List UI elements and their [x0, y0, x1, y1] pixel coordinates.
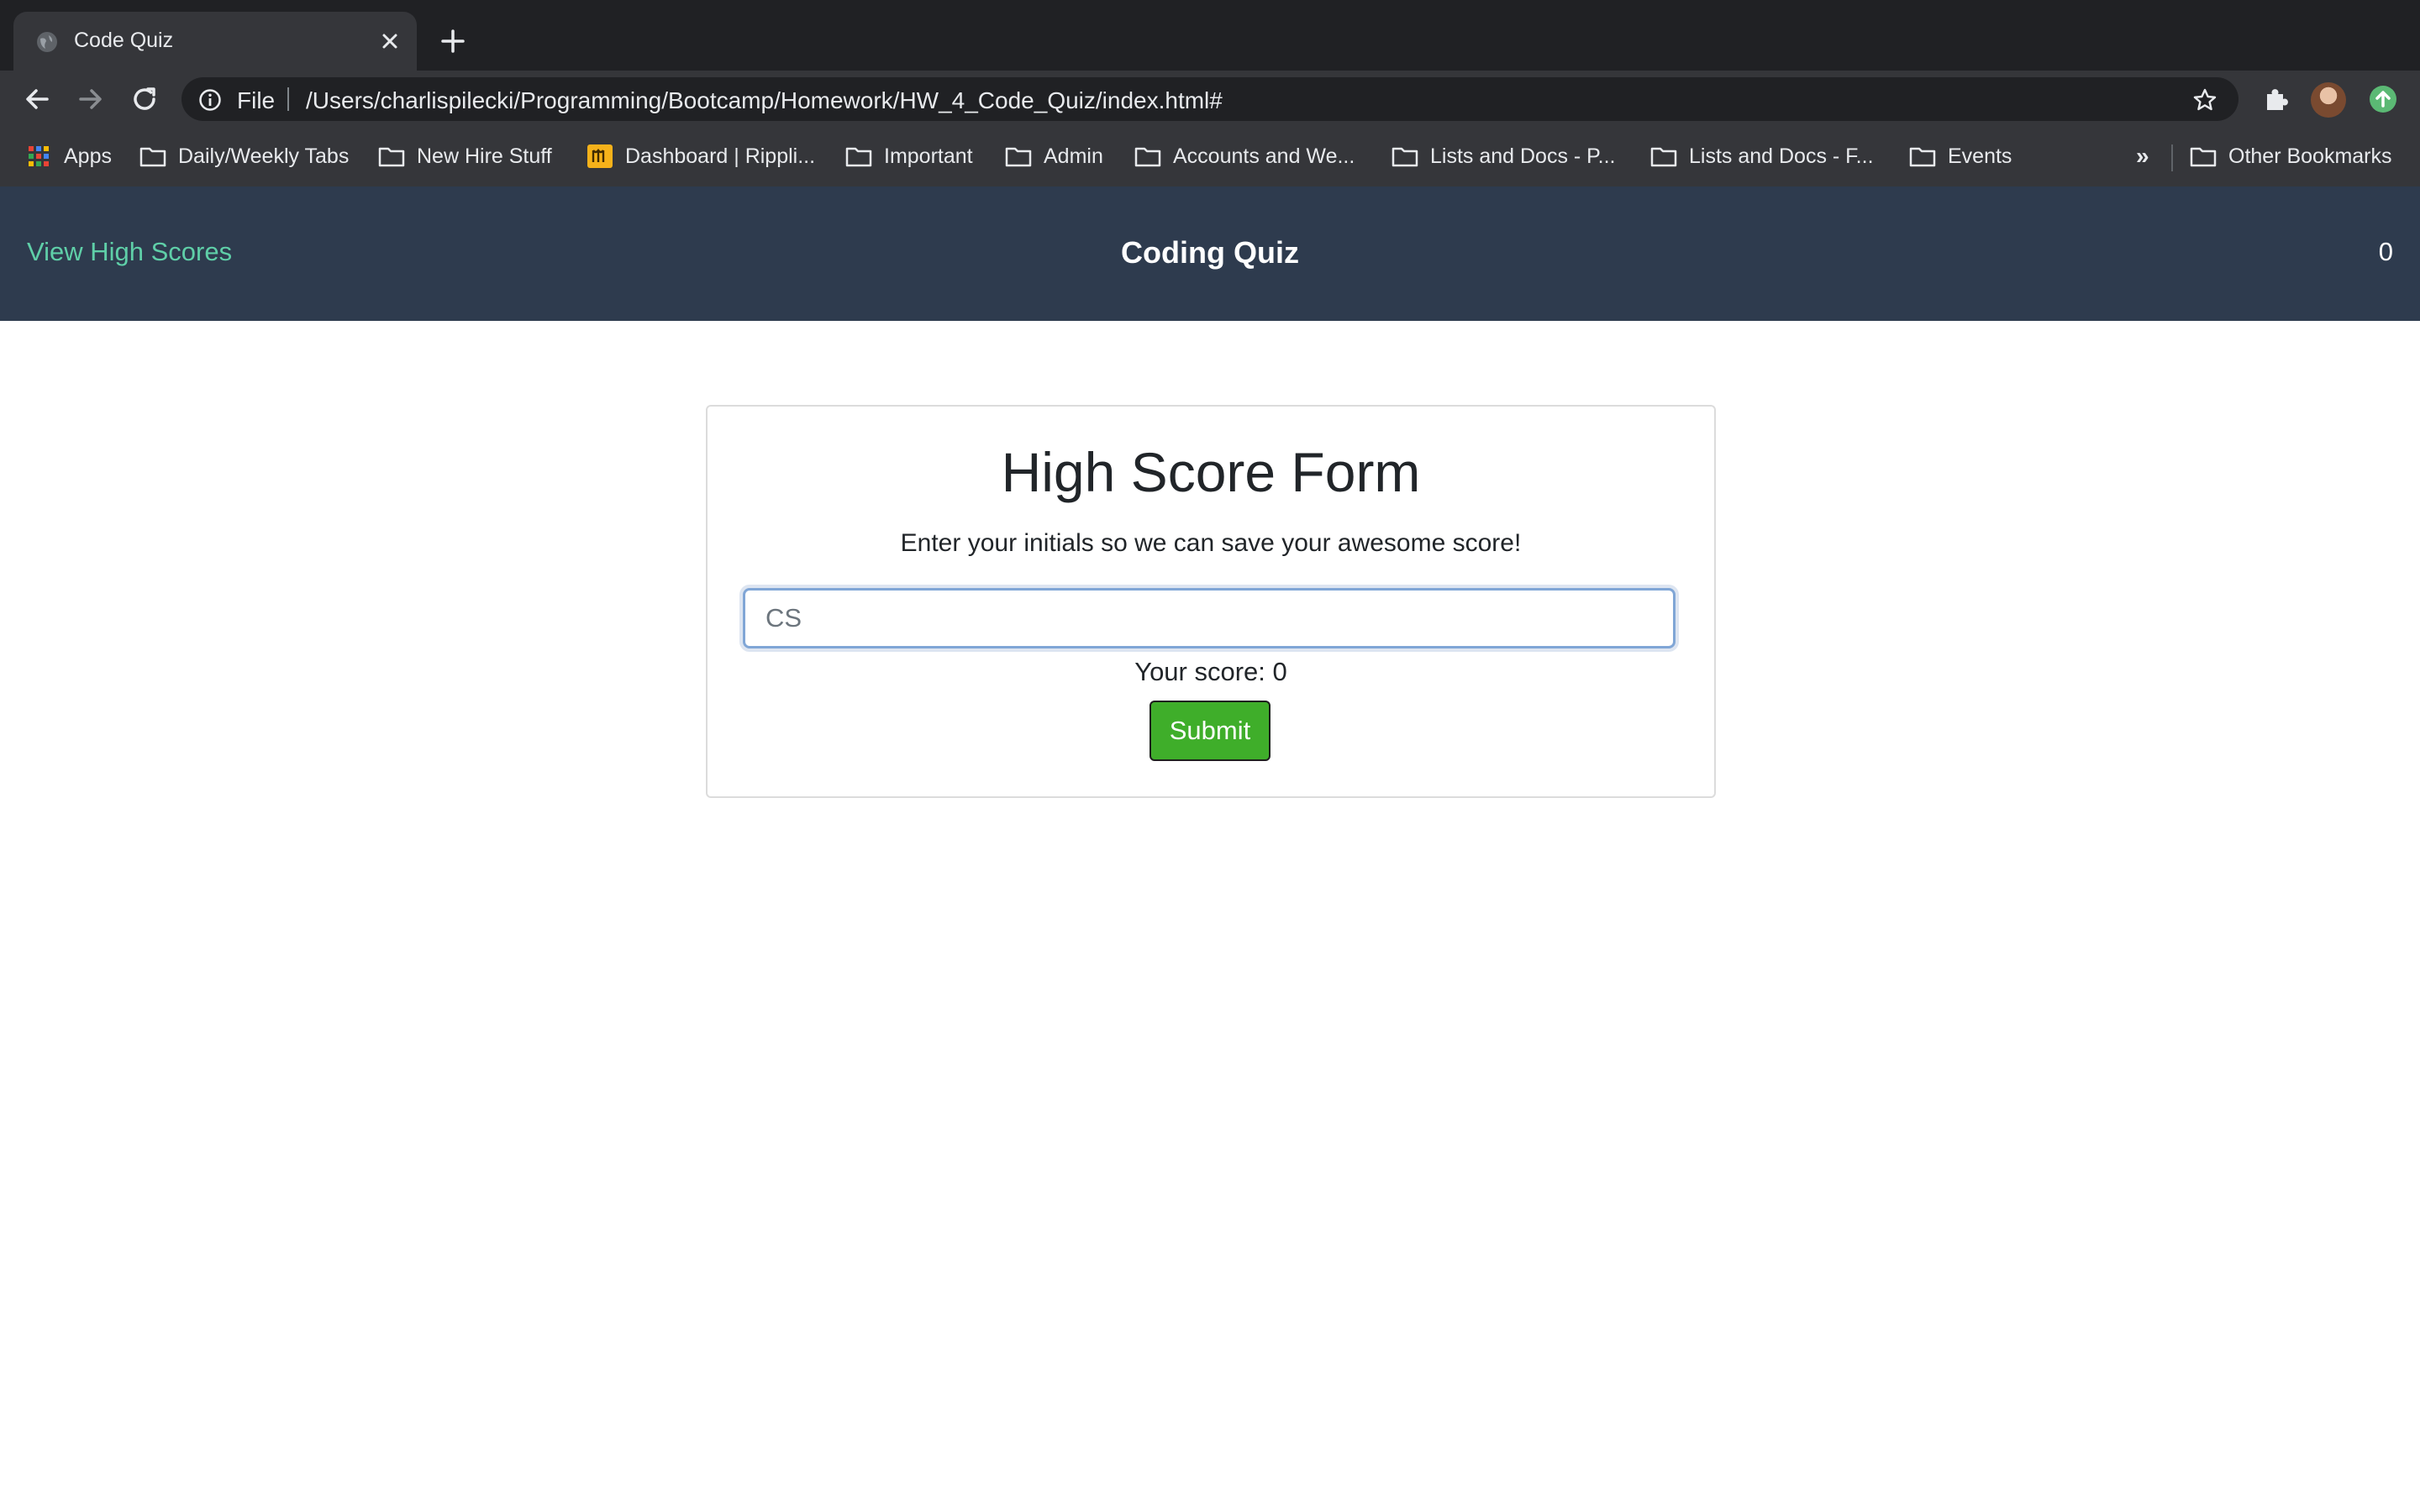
folder-icon [1392, 147, 1418, 167]
initials-input[interactable] [743, 588, 1676, 648]
bookmark-label: Events [1948, 144, 2012, 168]
page-title: Coding Quiz [1121, 235, 1299, 270]
close-icon[interactable] [376, 28, 403, 55]
timer-value: 0 [2378, 237, 2393, 266]
rippling-icon [587, 144, 613, 168]
apps-grid-icon [29, 146, 49, 166]
tab-title: Code Quiz [74, 29, 174, 52]
bookmark-folder-new-hire-stuff[interactable]: New Hire Stuff [378, 139, 552, 173]
bookmark-other-bookmarks[interactable]: Other Bookmarks [2190, 139, 2392, 173]
reload-icon[interactable] [128, 82, 161, 116]
form-title: High Score Form [1001, 441, 1421, 503]
bookmarks-bar: Apps Daily/Weekly Tabs New Hire Stuff Da… [0, 128, 2420, 186]
form-instructions: Enter your initials so we can save your … [900, 529, 1522, 557]
folder-icon [1909, 147, 1936, 167]
score-text: Your score: 0 [1134, 657, 1287, 686]
update-arrow-icon[interactable] [2368, 84, 2398, 114]
url-text[interactable]: /Users/charlispilecki/Programming/Bootca… [306, 87, 1223, 114]
folder-icon [1134, 147, 1161, 167]
bookmark-label: Accounts and We... [1173, 144, 1355, 168]
bookmark-folder-daily-weekly-tabs[interactable]: Daily/Weekly Tabs [139, 139, 349, 173]
bookmark-label: Apps [64, 144, 112, 168]
folder-icon [845, 147, 872, 167]
browser-toolbar: File /Users/charlispilecki/Programming/B… [0, 71, 2420, 128]
folder-icon [139, 147, 166, 167]
bookmark-star-icon[interactable] [2191, 87, 2218, 113]
browser-window: Code Quiz File /Users/charlispilecki/Pro… [0, 0, 2420, 1512]
scheme-label: File [237, 87, 276, 113]
bookmark-folder-lists-docs-f[interactable]: Lists and Docs - F... [1650, 139, 1874, 173]
extensions-puzzle-icon[interactable] [2260, 84, 2291, 114]
folder-icon [1005, 147, 1032, 167]
profile-avatar[interactable] [2311, 82, 2346, 118]
folder-icon [1650, 147, 1677, 167]
bookmarks-divider [2171, 144, 2173, 171]
globe-icon [37, 32, 57, 52]
address-bar[interactable]: File /Users/charlispilecki/Programming/B… [182, 77, 2238, 121]
bookmark-label: Lists and Docs - P... [1430, 144, 1616, 168]
folder-icon [378, 147, 405, 167]
page-header: View High Scores Coding Quiz 0 [0, 186, 2420, 321]
tab-strip: Code Quiz [0, 0, 2420, 71]
tab-code-quiz[interactable]: Code Quiz [13, 12, 417, 71]
address-separator [287, 87, 289, 111]
bookmark-label: Lists and Docs - F... [1689, 144, 1874, 168]
bookmark-folder-important[interactable]: Important [845, 139, 973, 173]
bookmark-label: Daily/Weekly Tabs [178, 144, 350, 168]
new-tab-plus-icon[interactable] [439, 27, 467, 55]
bookmark-folder-admin[interactable]: Admin [1005, 139, 1103, 173]
bookmark-folder-events[interactable]: Events [1909, 139, 2012, 173]
bookmark-folder-accounts[interactable]: Accounts and We... [1134, 139, 1355, 173]
bookmark-label: Other Bookmarks [2228, 144, 2392, 168]
forward-arrow-icon[interactable] [74, 82, 108, 116]
bookmark-apps[interactable]: Apps [25, 139, 112, 173]
submit-button[interactable]: Submit [1150, 701, 1270, 761]
bookmark-label: Important [884, 144, 973, 168]
bookmark-label: Dashboard | Rippli... [625, 144, 816, 168]
bookmark-label: New Hire Stuff [417, 144, 552, 168]
bookmark-label: Admin [1044, 144, 1103, 168]
folder-icon [2190, 147, 2217, 167]
high-score-card: High Score Form Enter your initials so w… [706, 405, 1716, 798]
more-bookmarks-chevron[interactable]: » [2136, 143, 2149, 170]
info-icon[interactable] [198, 88, 222, 112]
bookmark-dashboard-rippling[interactable]: Dashboard | Rippli... [587, 139, 815, 173]
back-arrow-icon[interactable] [20, 82, 54, 116]
bookmark-folder-lists-docs-p[interactable]: Lists and Docs - P... [1392, 139, 1615, 173]
